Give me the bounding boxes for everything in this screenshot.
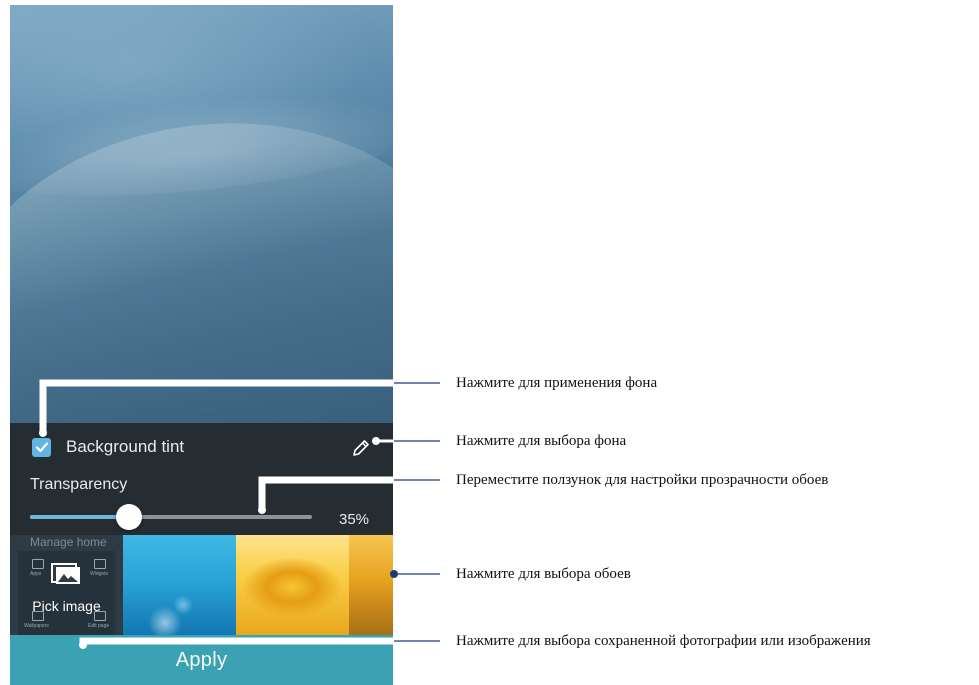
pick-image-label: Pick image xyxy=(32,598,101,614)
background-tint-label: Background tint xyxy=(66,437,185,456)
wallpaper-thumb-water[interactable] xyxy=(123,535,236,635)
slider-thumb[interactable] xyxy=(116,504,142,530)
mini-label-wallpapers: Wallpapers xyxy=(24,623,49,629)
apps-mini-icon xyxy=(32,559,44,569)
transparency-slider[interactable] xyxy=(30,504,312,530)
callout-pick-wallpaper: Нажмите для выбора обоев xyxy=(456,566,631,582)
edit-tint-button[interactable] xyxy=(350,437,372,459)
phone-screen: Background tint Transparency 35% Manage … xyxy=(10,5,393,685)
apply-button[interactable]: Apply xyxy=(10,635,393,685)
check-icon xyxy=(35,442,48,453)
pick-image-tile[interactable]: Manage home Apps Widgets Wallpapers Edit… xyxy=(10,535,123,635)
mini-label-apps: Apps xyxy=(30,571,42,577)
manage-home-label: Manage home xyxy=(30,535,107,549)
transparency-value: 35% xyxy=(339,511,370,528)
widgets-mini-icon xyxy=(94,559,106,569)
callout-slider: Переместите ползунок для настройки прозр… xyxy=(456,472,829,488)
background-tint-row[interactable]: Background tint xyxy=(32,437,184,457)
settings-panel: Background tint Transparency 35% xyxy=(10,423,393,535)
image-gallery-icon xyxy=(51,563,80,584)
mini-label-edit-page: Edit page xyxy=(88,623,110,629)
wallpaper-strip: Manage home Apps Widgets Wallpapers Edit… xyxy=(10,535,393,635)
callout-apply-tint: Нажмите для применения фона xyxy=(456,375,658,391)
transparency-label: Transparency xyxy=(30,476,128,493)
pencil-icon xyxy=(353,440,369,456)
background-tint-checkbox[interactable] xyxy=(32,437,51,457)
slider-track xyxy=(30,515,312,519)
wallpaper-thumb-rope[interactable] xyxy=(236,535,349,635)
wallpaper-preview xyxy=(10,5,393,540)
mini-label-widgets: Widgets xyxy=(90,571,109,577)
callout-pick-photo: Нажмите для выбора сохраненной фотографи… xyxy=(456,633,871,649)
slider-fill xyxy=(30,515,129,519)
callout-pick-tint: Нажмите для выбора фона xyxy=(456,433,627,449)
wallpaper-thumb-sunset[interactable] xyxy=(349,535,393,635)
